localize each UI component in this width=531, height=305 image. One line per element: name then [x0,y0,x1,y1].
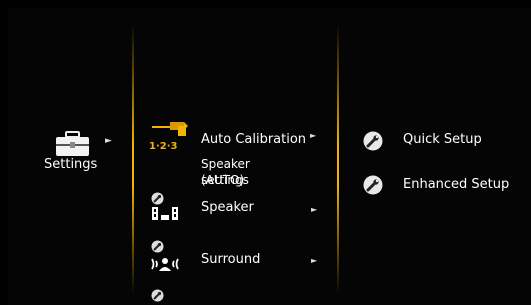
wrench-icon [151,192,164,205]
surround-icon [151,258,179,271]
wrench-icon [151,289,164,302]
menu-item-label: Speaker [201,200,254,215]
menu-item-label: Auto Calibration [201,132,307,147]
menu-item-label: Surround [201,252,261,267]
speaker-layout-icon [152,207,178,220]
chevron-right-icon: ► [311,256,318,265]
chevron-right-icon: ► [311,205,318,214]
submenu-label: Quick Setup [403,132,482,147]
menu-item-badge: 1·2·3 [149,141,178,152]
menu-item-description-line2: (AUTO) [201,173,245,187]
category-label: Settings [44,157,98,172]
right-divider [337,24,339,294]
wrench-icon [151,240,164,253]
wrench-icon [363,175,383,195]
left-divider [132,24,134,294]
wrench-icon [363,131,383,151]
toolbox-icon [56,131,89,156]
chevron-right-icon: ► [310,131,317,140]
submenu-label: Enhanced Setup [403,177,510,192]
chevron-right-icon: ► [105,136,112,146]
